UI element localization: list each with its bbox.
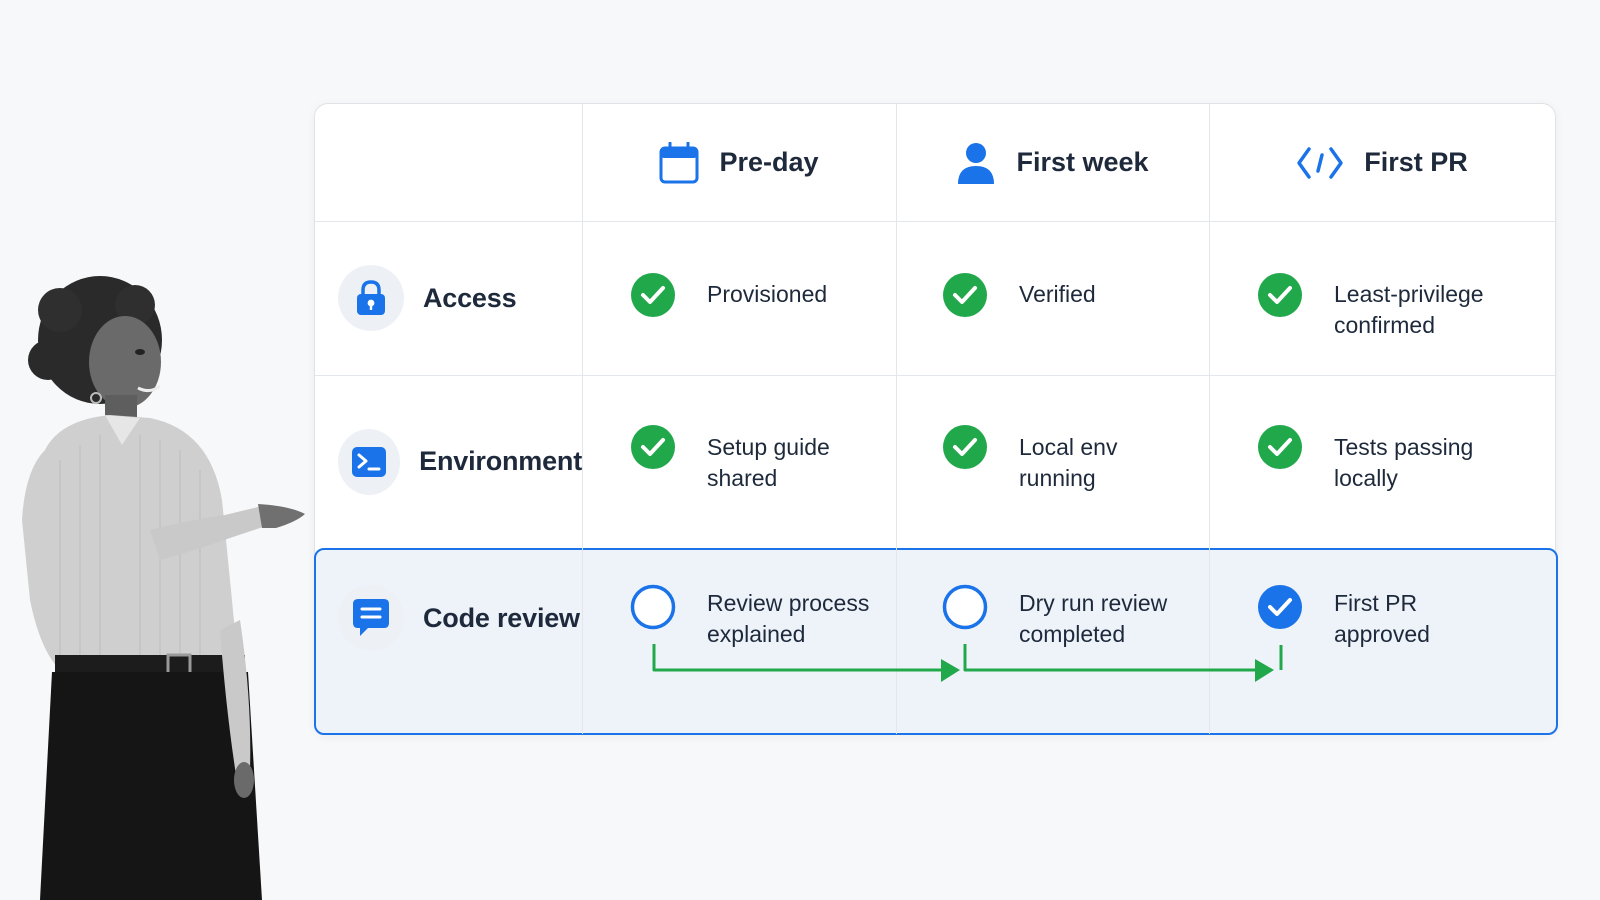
row-icon-badge [338, 428, 401, 495]
row-label: Environment [419, 446, 582, 476]
cell-environment-first-pr: Tests passing locally [1257, 424, 1514, 494]
cell-text: Dry run review completed [1019, 590, 1168, 647]
check-circle-icon [631, 425, 675, 469]
onboarding-matrix: Pre-day First week First PR Access Envir… [314, 103, 1558, 735]
cell-text: Verified [1019, 281, 1096, 307]
cell-code-review-first-pr: First PR approved [1257, 584, 1514, 650]
cell-text: Provisioned [707, 281, 828, 307]
cell-text: Setup guide shared [707, 434, 830, 491]
cell-environment-first-week: Local env running [942, 424, 1199, 494]
cell-text: Review process explained [707, 590, 870, 647]
row-header-code-review: Code review [315, 548, 582, 688]
cell-text: Tests passing locally [1334, 434, 1474, 491]
cell-text: Least-privilege confirmed [1334, 281, 1484, 338]
column-label: First PR [1364, 147, 1468, 177]
row-header-environment: Environment [315, 375, 582, 548]
column-header-first-pr: First PR [1209, 104, 1555, 221]
chat-icon [353, 599, 389, 636]
blue-check-circle-icon [1258, 585, 1302, 629]
row-icon-badge [338, 265, 404, 331]
terminal-icon [352, 446, 387, 477]
cell-access-pre-day: Provisioned [630, 272, 887, 318]
row-icon-badge [338, 585, 404, 651]
column-header-pre-day: Pre-day [582, 104, 896, 221]
row-header-access: Access [315, 221, 582, 375]
check-circle-icon [943, 425, 987, 469]
empty-circle-icon [942, 584, 988, 630]
calendar-icon [659, 141, 699, 183]
cell-environment-pre-day: Setup guide shared [630, 424, 887, 494]
column-label: Pre-day [719, 147, 819, 177]
code-icon [1297, 146, 1343, 179]
user-icon [958, 142, 995, 184]
empty-circle-icon [630, 584, 676, 630]
cell-access-first-pr: Least-privilege confirmed [1257, 272, 1514, 341]
lock-icon [357, 280, 385, 315]
check-circle-icon [631, 273, 675, 317]
cell-text: First PR approved [1334, 590, 1430, 647]
cell-code-review-pre-day: Review process explained [630, 584, 887, 650]
cell-access-first-week: Verified [942, 272, 1199, 318]
cell-text: Local env running [1019, 434, 1118, 491]
row-label: Code review [423, 602, 580, 633]
check-circle-icon [943, 273, 987, 317]
column-header-first-week: First week [896, 104, 1209, 221]
column-label: First week [1016, 147, 1149, 177]
row-label: Access [423, 282, 517, 313]
check-circle-icon [1258, 425, 1302, 469]
cell-code-review-first-week: Dry run review completed [942, 584, 1199, 650]
presenter-illustration [22, 276, 305, 900]
check-circle-icon [1258, 273, 1302, 317]
